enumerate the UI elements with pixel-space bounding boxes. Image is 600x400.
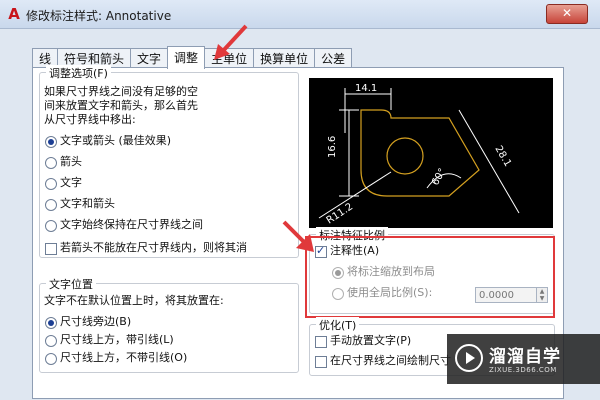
watermark: 溜溜自学 ZIXUE.3D66.COM [447,334,600,384]
preview-pane: 14.1 16.6 28.1 60° R11.2 [309,78,553,228]
fit-options-desc-line3: 从尺寸界线中移出: [44,113,136,126]
radio-text-and-arrows[interactable] [45,199,57,211]
fit-options-title: 调整选项(F) [46,65,111,81]
autocad-logo-icon: A [8,5,20,23]
watermark-title: 溜溜自学 [489,347,561,367]
text-placement-group: 文字位置 文字不在默认位置上时，将其放置在: 尺寸线旁边(B) 尺寸线上方，带引… [39,276,299,373]
play-logo-icon [455,344,483,372]
tab-fit[interactable]: 调整 [167,46,206,69]
global-scale-spinner[interactable]: ▲ ▼ [536,287,548,303]
tab-text[interactable]: 文字 [130,48,169,69]
radio-label-over-without-leader[interactable]: 尺寸线上方，不带引线(O) [60,351,187,365]
radio-beside-dim-line[interactable] [45,317,57,329]
annotation-arrow-annotative [282,220,314,252]
window-title: 修改标注样式: Annotative [26,9,172,23]
radio-keep-text-between[interactable] [45,220,57,232]
radio-text-or-arrows[interactable] [45,136,57,148]
watermark-subtitle: ZIXUE.3D66.COM [489,366,557,374]
text-placement-desc: 文字不在默认位置上时，将其放置在: [44,294,224,307]
close-button[interactable]: ✕ [546,4,588,24]
radio-label-text[interactable]: 文字 [60,176,82,190]
checkbox-label-manual-placement[interactable]: 手动放置文字(P) [330,334,411,348]
radio-label-over-with-leader[interactable]: 尺寸线上方，带引线(L) [60,333,174,347]
dim-label-right: 28.1 [492,144,513,169]
radio-label-text-and-arrows[interactable]: 文字和箭头 [60,197,115,211]
radio-over-without-leader[interactable] [45,353,57,365]
checkbox-label-suppress-arrows[interactable]: 若箭头不能放在尺寸界线内，则将其消 [60,241,247,255]
text-placement-title: 文字位置 [46,276,96,292]
global-scale-input[interactable]: 0.0000 [475,287,537,303]
fit-options-group: 调整选项(F) 如果尺寸界线之间没有足够的空 间来放置文字和箭头，那么首先 从尺… [39,65,299,258]
radio-arrows[interactable] [45,157,57,169]
preview-drawing: 14.1 16.6 28.1 60° R11.2 [318,83,520,227]
radio-label-arrows[interactable]: 箭头 [60,155,82,169]
dim-label-left: 16.6 [327,136,338,158]
dim-label-angle: 60° [430,167,448,188]
dim-label-top: 14.1 [355,83,377,94]
checkbox-suppress-arrows[interactable] [45,243,57,255]
checkbox-manual-placement[interactable] [315,336,327,348]
radio-label-text-or-arrows[interactable]: 文字或箭头 (最佳效果) [60,134,171,148]
radio-label-keep-text-between[interactable]: 文字始终保持在尺寸界线之间 [60,218,203,232]
title-bar: A 修改标注样式: Annotative ✕ [0,0,600,29]
checkbox-draw-dim-line[interactable] [315,356,327,368]
fit-options-desc-line1: 如果尺寸界线之间没有足够的空 [44,85,198,98]
radio-label-beside-dim-line[interactable]: 尺寸线旁边(B) [60,315,131,329]
tab-tolerances[interactable]: 公差 [314,48,353,69]
radio-text[interactable] [45,178,57,190]
highlight-box [305,236,555,318]
fit-options-desc-line2: 间来放置文字和箭头，那么首先 [44,99,198,112]
annotation-arrow-tab [214,24,248,60]
checkbox-label-draw-dim-line[interactable]: 在尺寸界线之间绘制尺寸 [330,354,451,368]
tab-alternate-units[interactable]: 换算单位 [253,48,316,69]
radio-over-with-leader[interactable] [45,335,57,347]
fine-tuning-title: 优化(T) [316,317,360,333]
